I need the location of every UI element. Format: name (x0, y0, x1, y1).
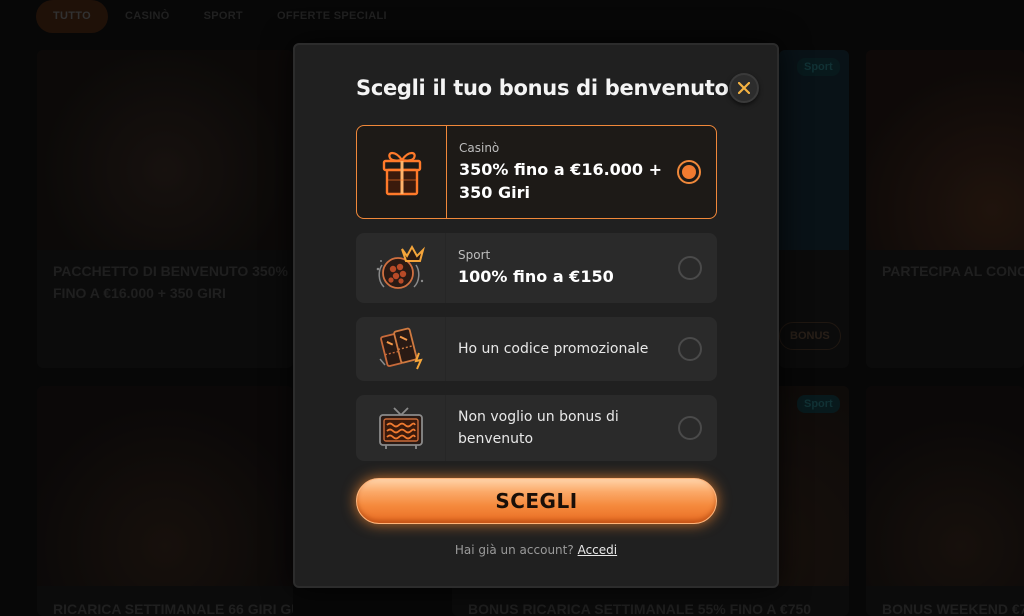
login-prompt-line: Hai già un account? Accedi (295, 543, 777, 557)
option-label: 350% fino a €16.000 + 350 Giri (459, 159, 663, 202)
modal-title: Scegli il tuo bonus di benvenuto (356, 76, 729, 100)
option-radio[interactable] (678, 416, 702, 440)
football-crown-icon (356, 233, 446, 303)
option-category: Sport (458, 248, 491, 262)
close-button[interactable] (729, 73, 759, 103)
close-icon (738, 82, 750, 94)
login-link[interactable]: Accedi (578, 543, 618, 557)
bonus-option-sport[interactable]: Sport 100% fino a €150 (356, 233, 717, 303)
bonus-option-casino[interactable]: Casinò 350% fino a €16.000 + 350 Giri (356, 125, 717, 219)
choose-button[interactable]: SCEGLI (356, 478, 717, 524)
bonus-option-no-bonus[interactable]: Non voglio un bonus di benvenuto (356, 395, 717, 461)
option-label: 100% fino a €150 (458, 267, 614, 286)
option-category: Casinò (459, 140, 500, 155)
option-label: Non voglio un bonus di benvenuto (458, 409, 619, 447)
option-label: Ho un codice promozionale (458, 341, 649, 357)
tv-icon (356, 395, 446, 461)
login-prompt: Hai già un account? (454, 543, 574, 557)
option-radio[interactable] (678, 256, 702, 280)
welcome-bonus-modal: Scegli il tuo bonus di benvenuto Casinò … (293, 43, 779, 588)
gift-icon (357, 126, 447, 218)
option-radio-selected[interactable] (677, 160, 701, 184)
option-radio[interactable] (678, 337, 702, 361)
choose-button-label: SCEGLI (495, 489, 578, 513)
bonus-option-promo-code[interactable]: Ho un codice promozionale (356, 317, 717, 381)
tickets-icon (356, 317, 446, 381)
